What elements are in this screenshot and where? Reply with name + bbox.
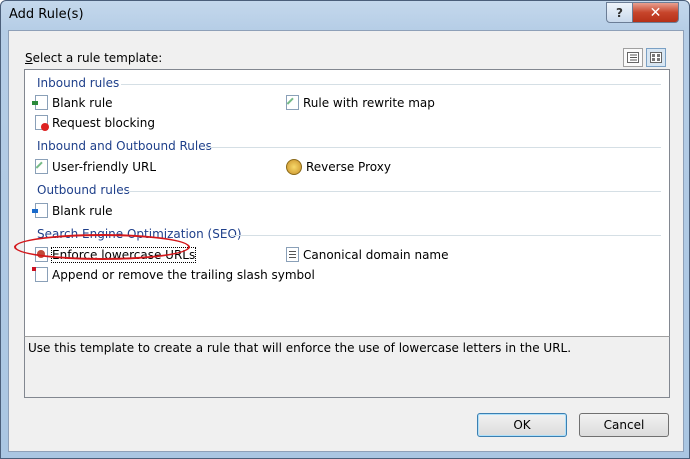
template-label: Blank rule — [52, 95, 113, 110]
template-label: Canonical domain name — [303, 247, 449, 262]
request-blocking-icon — [35, 115, 49, 131]
template-label: Rule with rewrite map — [303, 95, 435, 110]
template-label: Request blocking — [52, 115, 155, 130]
title-bar: Add Rule(s) ? ✕ — [1, 1, 689, 29]
template-rule-with-rewrite-map[interactable]: Rule with rewrite map — [286, 95, 435, 110]
template-canonical-domain-name[interactable]: Canonical domain name — [286, 247, 449, 262]
select-template-label: Select a rule template: — [25, 51, 162, 65]
group-header-inbound: Inbound rules — [37, 76, 120, 90]
list-view-button[interactable] — [623, 48, 643, 67]
help-icon: ? — [616, 5, 623, 20]
template-blank-rule-inbound[interactable]: Blank rule — [32, 95, 113, 110]
list-view-icon — [627, 52, 639, 63]
close-icon: ✕ — [649, 4, 662, 21]
help-button[interactable]: ? — [606, 2, 633, 23]
group-header-inbound-outbound: Inbound and Outbound Rules — [37, 139, 212, 153]
rule-template-list[interactable]: Inbound rules Blank rule Rule with rewri… — [24, 69, 670, 337]
user-friendly-url-icon — [35, 159, 48, 174]
rewrite-map-icon — [286, 95, 299, 110]
template-request-blocking[interactable]: Request blocking — [35, 115, 155, 131]
prompt-access-key: S — [25, 51, 33, 65]
dialog-body: Select a rule template: Inbound rules Bl… — [8, 30, 684, 452]
outbound-blank-rule-icon — [32, 203, 48, 218]
annotation-highlight-ring — [14, 234, 190, 260]
template-label: User-friendly URL — [52, 159, 157, 174]
group-header-outbound: Outbound rules — [37, 183, 130, 197]
template-reverse-proxy[interactable]: Reverse Proxy — [286, 159, 391, 175]
template-description: Use this template to create a rule that … — [28, 341, 572, 355]
cancel-button[interactable]: Cancel — [579, 413, 669, 437]
ok-button[interactable]: OK — [477, 413, 567, 437]
group-divider — [231, 235, 661, 236]
trailing-slash-icon — [32, 267, 48, 282]
template-label: Blank rule — [52, 203, 113, 218]
template-label: Append or remove the trailing slash symb… — [52, 267, 315, 282]
template-label: Reverse Proxy — [306, 160, 391, 174]
close-button[interactable]: ✕ — [632, 2, 679, 23]
tile-view-icon — [650, 52, 662, 63]
group-divider — [121, 84, 661, 85]
canonical-domain-icon — [286, 247, 299, 262]
group-divider — [127, 191, 661, 192]
template-blank-rule-outbound[interactable]: Blank rule — [32, 203, 113, 218]
template-trailing-slash[interactable]: Append or remove the trailing slash symb… — [32, 267, 315, 282]
add-rules-dialog: Add Rule(s) ? ✕ Select a rule template: … — [0, 0, 690, 459]
blank-rule-icon — [32, 95, 48, 110]
window-title: Add Rule(s) — [9, 7, 84, 22]
template-description-panel: Use this template to create a rule that … — [24, 336, 670, 398]
tile-view-button[interactable] — [646, 48, 666, 67]
group-divider — [205, 147, 661, 148]
reverse-proxy-icon — [286, 159, 302, 175]
template-user-friendly-url[interactable]: User-friendly URL — [35, 159, 156, 174]
prompt-text: elect a rule template: — [32, 51, 163, 65]
